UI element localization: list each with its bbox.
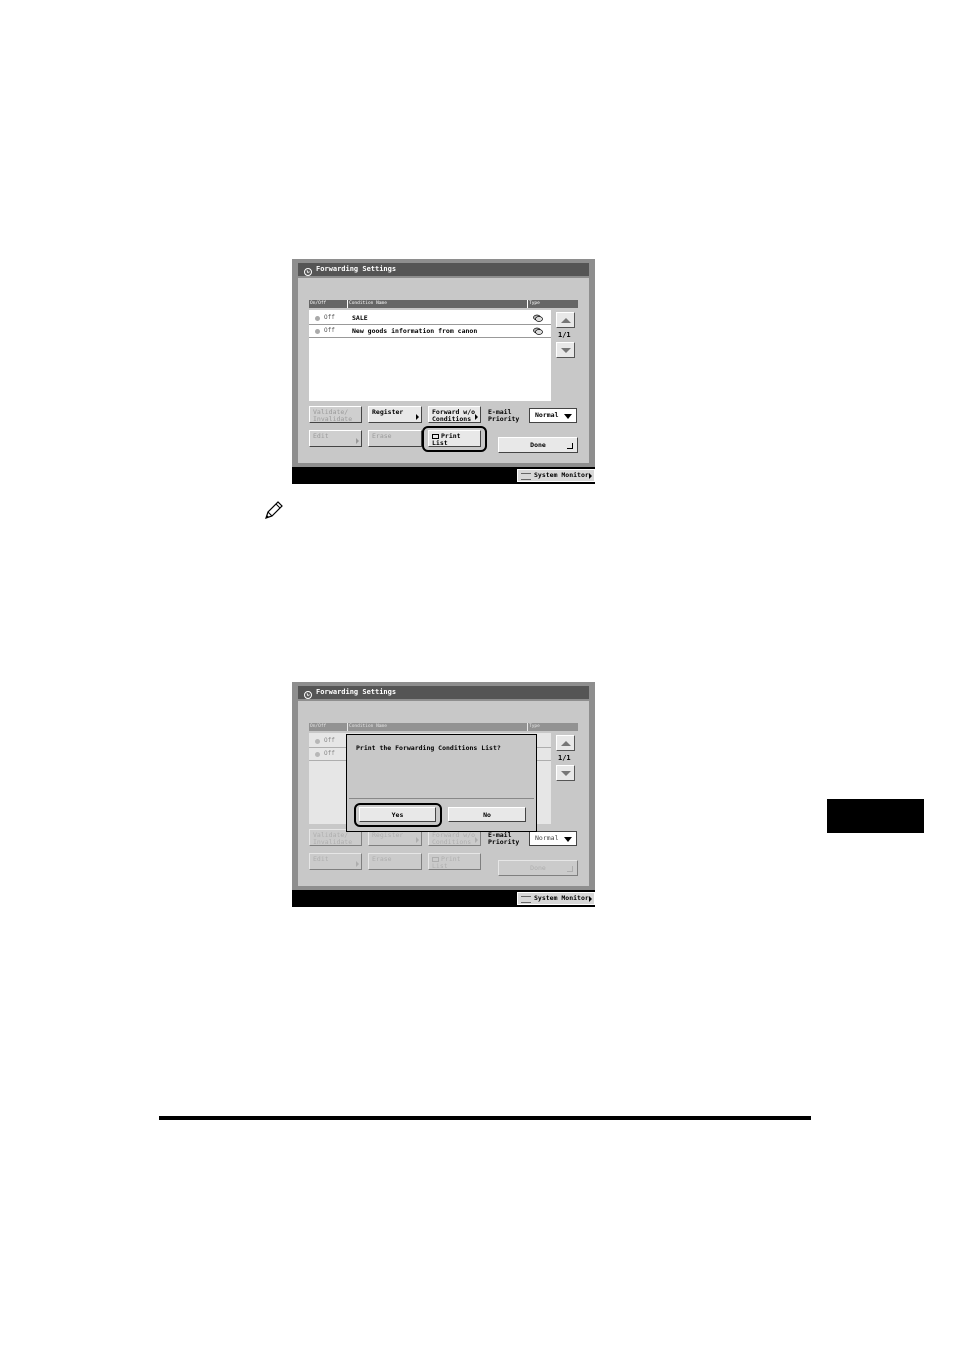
email-priority-label: E-mail Priority (488, 408, 520, 423)
screen-title: Forwarding Settings (316, 688, 397, 696)
system-monitor-button[interactable]: System Monitor (517, 892, 595, 905)
dialog-message: Print the Forwarding Conditions List? (356, 744, 501, 752)
list-item[interactable]: Off New goods information from canon (309, 325, 551, 338)
forwarding-settings-screen-2: ↻ Forwarding Settings On/Off Condition Na… (292, 682, 595, 907)
arrow-down-icon (561, 348, 571, 353)
button-label: Edit (313, 855, 329, 863)
enter-icon (567, 443, 573, 449)
arrow-right-icon (475, 414, 478, 420)
arrow-up-icon (561, 741, 571, 746)
scroll-up-button[interactable] (556, 312, 575, 328)
list-item[interactable]: Off SALE (309, 312, 551, 325)
button-label: System Monitor (534, 471, 589, 479)
button-label: Register (372, 408, 404, 416)
select-value: Normal (535, 834, 559, 842)
condition-name: SALE (352, 314, 368, 322)
arrow-up-icon (561, 318, 571, 323)
email-priority-select: Normal (529, 831, 577, 846)
button-label: Erase (372, 855, 392, 863)
status-text: Off (324, 737, 335, 744)
chevron-down-icon (564, 414, 572, 419)
edit-button[interactable]: Edit (309, 430, 362, 447)
email-priority-select[interactable]: Normal (529, 408, 577, 423)
status-dot (315, 316, 320, 321)
forwarding-icon: ↻ (304, 691, 312, 699)
status-dot (315, 752, 320, 757)
validate-invalidate-button[interactable]: Validate/ Invalidate (309, 406, 362, 423)
arrow-right-icon (416, 837, 419, 843)
status-text: Off (324, 750, 335, 757)
forward-without-conditions-button[interactable]: Forward w/o Conditions (428, 406, 481, 423)
scroll-up-button[interactable] (556, 735, 575, 751)
button-label: Validate/ Invalidate (313, 831, 353, 846)
button-label: System Monitor (534, 894, 589, 902)
arrow-right-icon (589, 896, 592, 902)
header-onoff: On/Off (310, 301, 327, 306)
register-button[interactable]: Register (368, 406, 422, 423)
email-priority-label: E-mail Priority (488, 831, 520, 846)
status-text: Off (324, 327, 335, 334)
arrow-right-icon (589, 473, 592, 479)
erase-button[interactable]: Erase (368, 430, 422, 447)
title-bar: ↻ Forwarding Settings (298, 263, 589, 276)
chapter-tab (827, 799, 924, 833)
arrow-right-icon (416, 414, 419, 420)
header-condition-name: Condition Name (347, 300, 387, 308)
header-type: Type (527, 300, 540, 308)
monitor-icon (521, 896, 531, 903)
enter-icon (567, 866, 573, 872)
no-button[interactable]: No (448, 807, 526, 822)
button-label: Done (530, 864, 546, 872)
header-onoff: On/Off (310, 724, 327, 729)
status-dot (315, 739, 320, 744)
edit-button: Edit (309, 853, 362, 870)
scroll-down-button[interactable] (556, 765, 575, 781)
status-dot (315, 329, 320, 334)
screen-title: Forwarding Settings (316, 265, 397, 273)
erase-button: Erase (368, 853, 422, 870)
chevron-down-icon (564, 837, 572, 842)
condition-list: Off SALE Off New goods information from … (309, 310, 551, 401)
page-indicator: 1/1 (558, 754, 571, 762)
forwarding-icon: ↻ (304, 268, 312, 276)
email-type-icon (533, 314, 543, 322)
button-label: Forward w/o Conditions (432, 831, 476, 846)
title-bar: ↻ Forwarding Settings (298, 686, 589, 699)
header-type: Type (527, 723, 540, 731)
status-text: Off (324, 314, 335, 321)
button-label: Validate/ Invalidate (313, 408, 353, 423)
button-label: No (483, 811, 491, 819)
print-confirm-dialog: Print the Forwarding Conditions List? Ye… (346, 734, 537, 832)
button-label: Done (530, 441, 546, 449)
system-monitor-button[interactable]: System Monitor (517, 469, 595, 482)
page-indicator: 1/1 (558, 331, 571, 339)
header-condition-name: Condition Name (347, 723, 387, 731)
arrow-right-icon (356, 861, 359, 867)
monitor-icon (521, 473, 531, 480)
select-value: Normal (535, 411, 559, 419)
pencil-icon (265, 501, 283, 519)
button-label: Edit (313, 432, 329, 440)
email-type-icon (533, 327, 543, 335)
button-label: Erase (372, 432, 392, 440)
scroll-down-button[interactable] (556, 342, 575, 358)
condition-name: New goods information from canon (352, 327, 478, 335)
print-list-button: Print List (428, 853, 481, 870)
highlight-outline (422, 426, 487, 452)
list-header: On/Off Condition Name Type (309, 300, 578, 308)
button-label: Forward w/o Conditions (432, 408, 476, 423)
arrow-right-icon (475, 837, 478, 843)
button-label: Register (372, 831, 404, 839)
forwarding-settings-screen-1: ↻ Forwarding Settings On/Off Condition Na… (292, 259, 595, 484)
dialog-divider (349, 798, 534, 799)
arrow-right-icon (356, 438, 359, 444)
footer-rule (159, 1116, 811, 1120)
highlight-outline (354, 803, 442, 827)
done-button[interactable]: Done (498, 437, 578, 453)
done-button: Done (498, 860, 578, 876)
arrow-down-icon (561, 771, 571, 776)
list-header: On/Off Condition Name Type (309, 723, 578, 731)
